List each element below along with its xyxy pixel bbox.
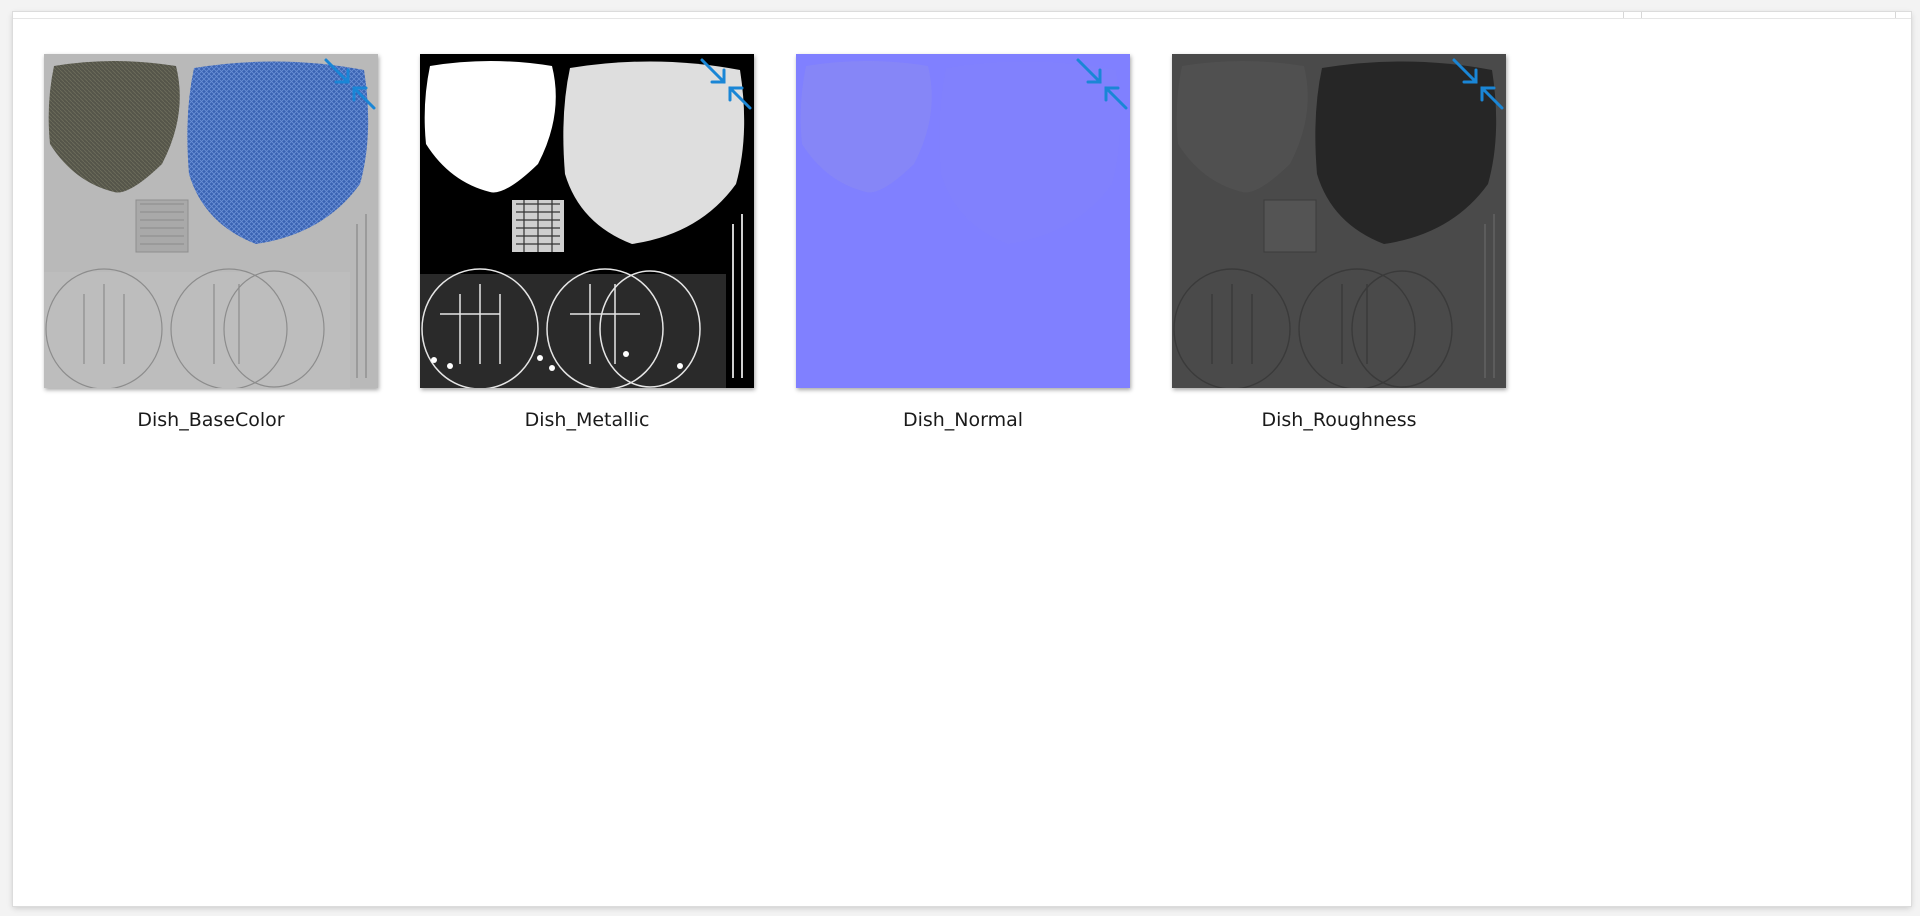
compress-arrows-icon: [700, 58, 752, 110]
compress-arrows-icon: [324, 58, 376, 110]
compress-arrows-icon: [1452, 58, 1504, 110]
file-explorer-window: Dish_BaseColor Dish_Metallic Dish_Normal…: [13, 12, 1911, 906]
column-divider[interactable]: [1895, 12, 1896, 18]
column-divider[interactable]: [1641, 12, 1642, 18]
column-header-strip: [13, 12, 1911, 19]
file-item-dish-roughness[interactable]: Dish_Roughness: [1171, 53, 1506, 437]
file-name-label: Dish_Roughness: [1261, 409, 1417, 431]
file-name-label: Dish_Normal: [902, 409, 1024, 431]
file-thumbnail[interactable]: [44, 54, 378, 388]
file-thumbnail[interactable]: [796, 54, 1130, 388]
file-name-label: Dish_BaseColor: [137, 409, 285, 431]
column-divider[interactable]: [1623, 12, 1624, 18]
file-thumbnail[interactable]: [420, 54, 754, 388]
compress-arrows-icon: [1076, 58, 1128, 110]
file-item-dish-metallic[interactable]: Dish_Metallic: [419, 53, 754, 437]
file-name-label: Dish_Metallic: [524, 409, 650, 431]
file-item-dish-basecolor[interactable]: Dish_BaseColor: [43, 53, 378, 437]
file-item-dish-normal[interactable]: Dish_Normal: [795, 53, 1130, 437]
file-thumbnail[interactable]: [1172, 54, 1506, 388]
